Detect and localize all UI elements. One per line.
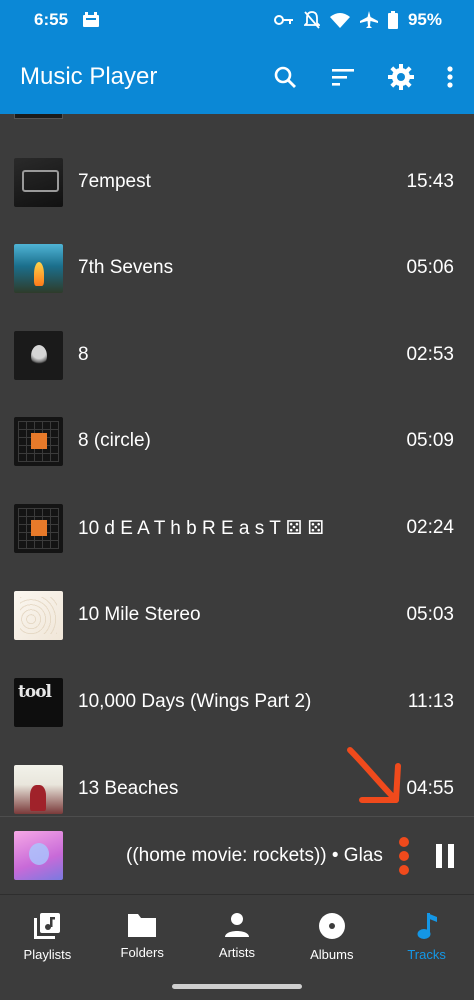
more-options-button[interactable] bbox=[430, 48, 470, 106]
bottom-nav: Playlists Folders Artists Albums Tracks bbox=[0, 894, 474, 974]
album-icon bbox=[318, 913, 345, 939]
battery-percent: 95% bbox=[407, 10, 442, 29]
mini-player[interactable]: ((home movie: rockets)) • Glas bbox=[0, 816, 474, 894]
pause-icon bbox=[436, 843, 454, 868]
sort-icon bbox=[332, 69, 354, 86]
track-duration: 02:24 bbox=[406, 517, 454, 538]
track-duration: 15:43 bbox=[406, 171, 454, 192]
nav-label: Folders bbox=[120, 945, 164, 960]
track-title: 10,000 Days (Wings Part 2) bbox=[78, 691, 312, 712]
airplane-icon bbox=[359, 11, 378, 29]
track-title: 8 bbox=[78, 344, 89, 365]
search-button[interactable] bbox=[256, 48, 314, 106]
track-title: 13 Beaches bbox=[78, 778, 179, 799]
nav-label: Tracks bbox=[407, 947, 446, 962]
track-row[interactable]: 10 Mile Stereo 05:03 bbox=[0, 572, 474, 658]
track-row[interactable]: 10 d E A T h b R E a s T ⚄ ⚄ 02:24 bbox=[0, 485, 474, 571]
track-title: 10 d E A T h b R E a s T ⚄ ⚄ bbox=[78, 517, 325, 539]
status-bar: 6:55 95% bbox=[0, 0, 474, 40]
track-row[interactable]: 8 02:53 bbox=[0, 312, 474, 398]
album-art bbox=[14, 114, 63, 119]
nav-folders[interactable]: Folders bbox=[95, 895, 190, 974]
track-title: 8 (circle) bbox=[78, 430, 151, 451]
album-art bbox=[14, 503, 63, 553]
track-list[interactable]: 7empest 15:43 7th Sevens 05:06 8 02:53 8… bbox=[0, 114, 474, 816]
pause-button[interactable] bbox=[416, 827, 474, 885]
album-art bbox=[14, 764, 63, 814]
wifi-icon bbox=[329, 12, 350, 28]
track-duration: 04:55 bbox=[406, 778, 454, 799]
track-title: 10 Mile Stereo bbox=[78, 604, 201, 625]
nav-label: Artists bbox=[218, 945, 256, 960]
track-row[interactable]: 13 Beaches 04:55 bbox=[0, 746, 474, 816]
person-icon bbox=[224, 913, 249, 937]
track-title: 7th Sevens bbox=[78, 257, 174, 278]
nav-artists[interactable]: Artists bbox=[190, 895, 285, 974]
settings-button[interactable] bbox=[372, 48, 430, 106]
app-bar: Music Player bbox=[0, 40, 474, 114]
track-duration: 02:53 bbox=[406, 344, 454, 365]
track-duration: 11:13 bbox=[407, 691, 454, 712]
now-playing-art bbox=[14, 831, 63, 880]
music-note-icon bbox=[417, 913, 437, 939]
sort-button[interactable] bbox=[314, 48, 372, 106]
status-time: 6:55 bbox=[34, 10, 69, 29]
settings-icon bbox=[388, 64, 414, 90]
nav-tracks[interactable]: Tracks bbox=[379, 895, 474, 974]
vpn-key-icon bbox=[273, 14, 294, 26]
album-art bbox=[14, 157, 63, 207]
track-duration: 05:03 bbox=[406, 604, 454, 625]
now-playing-text[interactable]: ((home movie: rockets)) • Glas bbox=[126, 845, 388, 867]
bell-off-icon bbox=[303, 11, 320, 29]
nav-playlists[interactable]: Playlists bbox=[0, 895, 95, 974]
more-vert-icon bbox=[447, 66, 453, 88]
track-row[interactable]: 7empest 15:43 bbox=[0, 139, 474, 225]
gesture-handle[interactable] bbox=[172, 984, 302, 989]
track-row[interactable]: 7th Sevens 05:06 bbox=[0, 225, 474, 311]
android-debug-icon bbox=[82, 12, 100, 28]
app-title: Music Player bbox=[20, 63, 158, 90]
nav-albums[interactable]: Albums bbox=[284, 895, 379, 974]
track-title: 7empest bbox=[78, 171, 151, 192]
album-art bbox=[14, 677, 63, 727]
track-duration: 05:09 bbox=[406, 430, 454, 451]
album-art bbox=[14, 416, 63, 466]
track-row[interactable]: 8 (circle) 05:09 bbox=[0, 398, 474, 484]
annotation-dots-icon bbox=[392, 836, 416, 875]
album-art bbox=[14, 243, 63, 293]
track-row[interactable]: 10,000 Days (Wings Part 2) 11:13 bbox=[0, 659, 474, 745]
album-art bbox=[14, 330, 63, 380]
nav-label: Albums bbox=[310, 947, 354, 962]
battery-icon bbox=[387, 11, 398, 29]
album-art bbox=[14, 590, 63, 640]
nav-label: Playlists bbox=[23, 947, 72, 962]
search-icon bbox=[274, 66, 296, 88]
playlist-icon bbox=[34, 913, 61, 939]
track-duration: 05:06 bbox=[406, 257, 454, 278]
folder-icon bbox=[128, 914, 157, 937]
